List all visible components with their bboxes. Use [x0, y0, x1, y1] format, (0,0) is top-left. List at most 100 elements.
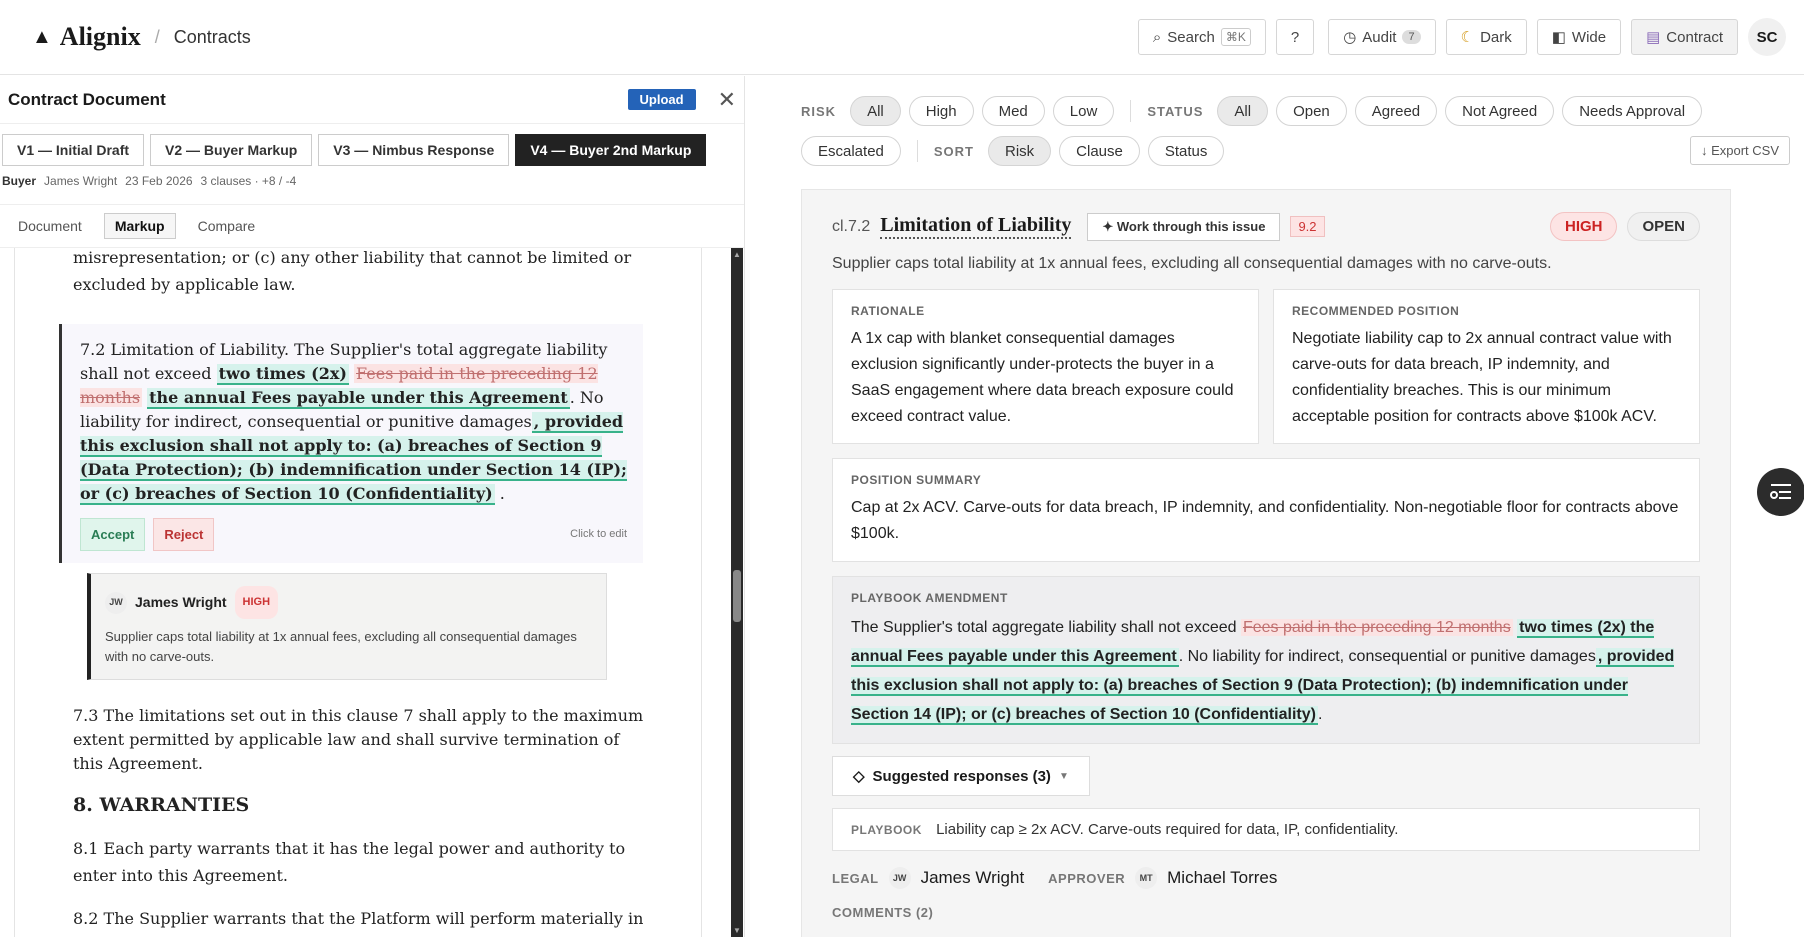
suggested-responses-toggle[interactable]: ◇ Suggested responses (3) ▼ — [832, 756, 1090, 796]
amend-text: . No liability for indirect, consequenti… — [1178, 648, 1596, 665]
logo-text: Alignix — [59, 22, 141, 51]
approver-name[interactable]: Michael Torres — [1167, 868, 1277, 888]
version-tab-v4[interactable]: V4 — Buyer 2nd Markup — [515, 134, 707, 166]
version-tabs: V1 — Initial Draft V2 — Buyer Markup V3 … — [0, 124, 744, 166]
clause-7-2-markup[interactable]: 7.2 Limitation of Liability. The Supplie… — [59, 324, 643, 563]
upload-button[interactable]: Upload — [627, 89, 696, 110]
comment-header: JW James Wright HIGH — [105, 586, 592, 619]
issue-card: cl.7.2 Limitation of Liability ✦ Work th… — [801, 189, 1731, 937]
comment-card[interactable]: JW James Wright HIGH Supplier caps total… — [87, 573, 607, 680]
document-viewer[interactable]: misrepresentation; or (c) any other liab… — [14, 248, 702, 937]
sort-chip-status[interactable]: Status — [1147, 136, 1225, 166]
position-summary-text: Cap at 2x ACV. Carve-outs for data breac… — [851, 499, 1679, 542]
wide-button[interactable]: ◧ Wide — [1536, 19, 1622, 55]
version-tab-v2[interactable]: V2 — Buyer Markup — [150, 134, 313, 166]
rationale-box: RATIONALE A 1x cap with blanket conseque… — [832, 289, 1259, 444]
status-chip-agreed[interactable]: Agreed — [1354, 96, 1438, 126]
scroll-down-icon[interactable]: ▼ — [733, 926, 741, 935]
playbook-text: Liability cap ≥ 2x ACV. Carve-outs requi… — [936, 821, 1399, 838]
avatar: JW — [105, 591, 127, 614]
top-actions: ⌕ Search ⌘K ? ◷ Audit 7 ☾ Dark ◧ Wide ▤ … — [1137, 18, 1786, 56]
rationale-text: A 1x cap with blanket consequential dama… — [851, 330, 1234, 425]
chevron-down-icon: ▼ — [1058, 770, 1069, 782]
moon-icon: ☾ — [1460, 29, 1475, 46]
dark-mode-button[interactable]: ☾ Dark — [1445, 19, 1527, 55]
playbook-amendment-label: PLAYBOOK AMENDMENT — [851, 591, 1008, 605]
status-badge[interactable]: OPEN — [1627, 212, 1700, 241]
search-button[interactable]: ⌕ Search ⌘K — [1137, 19, 1266, 55]
work-through-button[interactable]: ✦ Work through this issue — [1087, 212, 1281, 241]
status-chip-all[interactable]: All — [1217, 96, 1269, 126]
issues-list-fab[interactable] — [1757, 468, 1804, 516]
user-avatar[interactable]: SC — [1748, 18, 1786, 56]
version-meta: Buyer James Wright 23 Feb 2026 3 clauses… — [0, 166, 744, 196]
status-chip-needs-approval[interactable]: Needs Approval — [1562, 96, 1703, 126]
audit-label: Audit — [1362, 28, 1397, 46]
comments-label[interactable]: COMMENTS (2) — [832, 905, 1700, 920]
close-icon[interactable]: ✕ — [718, 88, 736, 111]
recommended-position-box: RECOMMENDED POSITION Negotiate liability… — [1273, 289, 1700, 444]
avatar: MT — [1135, 867, 1158, 889]
meta-author: James Wright — [44, 174, 118, 188]
scrollbar-thumb[interactable] — [733, 570, 741, 622]
risk-chip-high[interactable]: High — [908, 96, 974, 126]
sort-chip-clause[interactable]: Clause — [1059, 136, 1140, 166]
position-summary-label: POSITION SUMMARY — [851, 473, 982, 487]
playbook-amendment-box: PLAYBOOK AMENDMENT The Supplier's total … — [832, 576, 1700, 744]
rationale-row: RATIONALE A 1x cap with blanket conseque… — [832, 289, 1700, 444]
diamond-icon: ◇ — [853, 768, 865, 785]
markup-actions: Accept Reject Click to edit — [80, 518, 627, 551]
tab-compare[interactable]: Compare — [188, 214, 266, 238]
risk-filter-label: RISK — [801, 103, 837, 119]
recommended-position-label: RECOMMENDED POSITION — [1292, 304, 1460, 318]
legal-name[interactable]: James Wright — [921, 868, 1025, 888]
sort-chip-risk[interactable]: Risk — [988, 136, 1052, 166]
doc-paragraph: misrepresentation; or (c) any other liab… — [73, 248, 632, 294]
playbook-label: PLAYBOOK — [851, 823, 922, 837]
tab-markup[interactable]: Markup — [103, 213, 176, 239]
app-logo[interactable]: ▲ Alignix — [32, 22, 141, 52]
logo-triangle-icon: ▲ — [32, 25, 52, 48]
issue-title[interactable]: Limitation of Liability — [880, 214, 1072, 239]
scroll-up-icon[interactable]: ▲ — [733, 250, 741, 259]
risk-chip-all[interactable]: All — [850, 96, 901, 126]
issue-header: cl.7.2 Limitation of Liability ✦ Work th… — [832, 212, 1700, 241]
risk-score-badge: 9.2 — [1290, 216, 1325, 237]
position-summary-box: POSITION SUMMARY Cap at 2x ACV. Carve-ou… — [832, 458, 1700, 562]
reject-button[interactable]: Reject — [153, 518, 215, 551]
view-tabs: Document Markup Compare — [0, 204, 744, 248]
export-csv-button[interactable]: ↓ Export CSV — [1689, 136, 1790, 165]
tab-document[interactable]: Document — [8, 214, 92, 238]
issue-summary: Supplier caps total liability at 1x annu… — [832, 255, 1552, 272]
doc-paragraph: 8.2 The Supplier warrants that the Platf… — [73, 909, 644, 937]
amend-text: . — [1317, 706, 1323, 723]
comment-author: James Wright — [135, 594, 227, 610]
status-chip-escalated[interactable]: Escalated — [801, 136, 901, 166]
sparkle-icon: ✦ — [1102, 218, 1117, 234]
playbook-row: PLAYBOOK Liability cap ≥ 2x ACV. Carve-o… — [832, 808, 1700, 851]
document-scrollbar[interactable]: ▲ ▼ — [731, 248, 743, 937]
divider — [916, 140, 918, 162]
version-tab-v3[interactable]: V3 — Nimbus Response — [318, 134, 510, 166]
insertion[interactable]: the annual Fees payable under this Agree… — [147, 388, 570, 409]
accept-button[interactable]: Accept — [80, 518, 146, 551]
audit-button[interactable]: ◷ Audit 7 — [1328, 19, 1436, 55]
version-tab-v1[interactable]: V1 — Initial Draft — [2, 134, 145, 166]
legal-label: LEGAL — [832, 870, 879, 886]
issue-panel: RISK All High Med Low STATUS All Open Ag… — [756, 76, 1804, 937]
meta-role: Buyer — [2, 174, 37, 188]
meta-date: 23 Feb 2026 — [125, 174, 193, 188]
amend-text: The Supplier's total aggregate liability… — [851, 619, 1237, 636]
insertion[interactable]: two times (2x) — [216, 364, 349, 385]
severity-badge[interactable]: HIGH — [1549, 212, 1618, 241]
document-body: misrepresentation; or (c) any other liab… — [15, 248, 701, 937]
help-button[interactable]: ? — [1275, 19, 1315, 55]
status-chip-open[interactable]: Open — [1276, 96, 1347, 126]
status-chip-not-agreed[interactable]: Not Agreed — [1445, 96, 1555, 126]
breadcrumb-separator: / — [154, 26, 160, 47]
risk-chip-med[interactable]: Med — [981, 96, 1045, 126]
risk-chip-low[interactable]: Low — [1052, 96, 1115, 126]
playbook-amendment-text: The Supplier's total aggregate liability… — [851, 613, 1681, 729]
contract-button[interactable]: ▤ Contract — [1631, 19, 1738, 55]
breadcrumb-contracts[interactable]: Contracts — [174, 27, 251, 48]
